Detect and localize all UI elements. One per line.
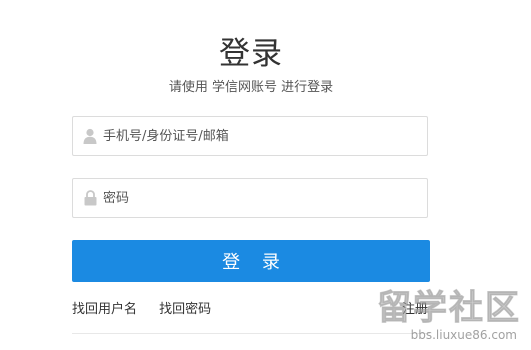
page-title: 登录	[219, 36, 283, 72]
account-links: 找回用户名 找回密码 注册	[72, 298, 428, 317]
username-field[interactable]	[72, 116, 428, 156]
page-subtitle: 请使用 学信网账号 进行登录	[168, 80, 334, 95]
forgot-password-link[interactable]: 找回密码	[159, 302, 211, 317]
password-input[interactable]	[103, 180, 427, 216]
forgot-username-link[interactable]: 找回用户名	[72, 302, 137, 317]
username-input[interactable]	[103, 118, 427, 154]
register-link[interactable]: 注册	[402, 298, 428, 317]
watermark-logo-text: 留学社区	[377, 288, 521, 329]
divider	[72, 333, 430, 334]
user-icon	[82, 127, 98, 145]
password-field[interactable]	[72, 178, 428, 218]
login-page: 登录 请使用 学信网账号 进行登录 登 录 找回用户名 找回密码 注册 留学社区…	[0, 0, 531, 350]
login-button[interactable]: 登 录	[72, 240, 430, 282]
watermark-url: bbs.liuxue86.com	[410, 328, 517, 342]
lock-icon	[82, 189, 98, 207]
